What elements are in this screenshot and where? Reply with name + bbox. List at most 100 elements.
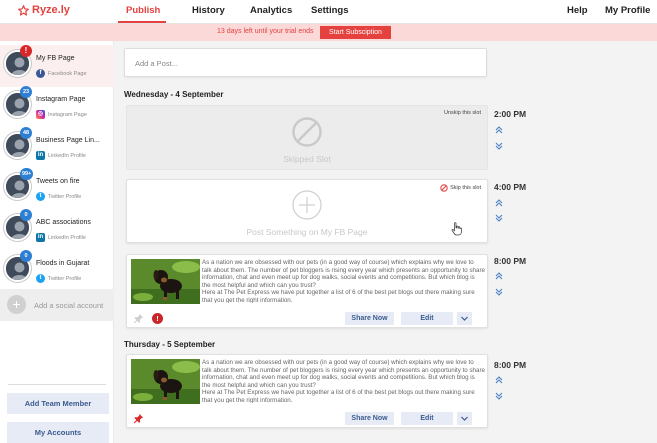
day-heading: Wednesday - 4 September bbox=[124, 90, 224, 99]
slot-time: 8:00 PM bbox=[494, 360, 527, 370]
unskip-slot-label: Unskip this slot bbox=[444, 110, 481, 116]
count-badge: 0 bbox=[20, 209, 32, 221]
add-team-member-button[interactable]: Add Team Member bbox=[7, 393, 109, 414]
day-heading: Thursday - 5 September bbox=[124, 340, 216, 349]
move-down-icon[interactable] bbox=[494, 213, 504, 223]
profile-network: f Facebook Page bbox=[36, 69, 87, 78]
sidebar-profile[interactable]: 0 Floods in Gujarat t Twitter Profile bbox=[0, 250, 114, 292]
skip-slot-label: Skip this slot bbox=[450, 185, 481, 191]
post-text-paragraph: Here at The Pet Express we have put toge… bbox=[202, 389, 475, 403]
sidebar-divider bbox=[8, 384, 106, 385]
tab-analytics[interactable]: Analytics bbox=[250, 5, 292, 16]
profile-name: Floods in Gujarat bbox=[36, 260, 90, 267]
profile-network-label: LinkedIn Profile bbox=[48, 152, 86, 159]
move-up-icon[interactable] bbox=[494, 375, 504, 385]
count-badge: 0 bbox=[20, 250, 32, 262]
profile-name: Business Page Lin... bbox=[36, 137, 100, 144]
pin-icon[interactable] bbox=[133, 313, 144, 324]
post-text-paragraph: As a nation we are obsessed with our pet… bbox=[202, 359, 485, 389]
post-image bbox=[131, 259, 200, 304]
sidebar-profile[interactable]: 48 Business Page Lin... in LinkedIn Profile bbox=[0, 127, 114, 169]
move-down-icon[interactable] bbox=[494, 391, 504, 401]
facebook-icon: f bbox=[36, 69, 45, 78]
profile-network-label: LinkedIn Profile bbox=[48, 234, 86, 241]
profile-network: t Twitter Profile bbox=[36, 192, 81, 201]
composer-placeholder: Add a Post... bbox=[135, 59, 178, 68]
plus-icon: + bbox=[7, 295, 26, 314]
active-tab-indicator bbox=[118, 21, 166, 23]
tab-settings[interactable]: Settings bbox=[311, 5, 348, 16]
help-link[interactable]: Help bbox=[567, 5, 588, 16]
post-actions: ! Share Now Edit bbox=[127, 309, 487, 327]
post-composer[interactable]: Add a Post... bbox=[124, 48, 487, 77]
share-now-button[interactable]: Share Now bbox=[345, 412, 394, 425]
alert-badge: ! bbox=[20, 45, 32, 57]
count-badge: 99+ bbox=[20, 168, 34, 180]
chevron-down-icon bbox=[461, 416, 468, 421]
app-logo[interactable]: Ryze.ly bbox=[18, 4, 70, 16]
error-icon[interactable]: ! bbox=[152, 313, 163, 324]
profile-name: Instagram Page bbox=[36, 96, 86, 103]
pinned-icon[interactable] bbox=[133, 413, 144, 424]
start-subscription-button[interactable]: Start Subsciption bbox=[320, 26, 391, 39]
instagram-icon: ◎ bbox=[36, 110, 45, 119]
profile-network: in LinkedIn Profile bbox=[36, 233, 86, 242]
skipped-slot-card: Unskip this slot Skipped Slot bbox=[126, 105, 488, 170]
linkedin-icon: in bbox=[36, 151, 45, 160]
slot-time: 4:00 PM bbox=[494, 182, 527, 192]
move-down-icon[interactable] bbox=[494, 287, 504, 297]
profile-network: ◎ Instagram Page bbox=[36, 110, 87, 119]
sidebar-profile[interactable]: ! My FB Page f Facebook Page bbox=[0, 45, 114, 87]
sidebar-profile[interactable]: 23 Instagram Page ◎ Instagram Page bbox=[0, 86, 114, 128]
profile-name: Tweets on fire bbox=[36, 178, 80, 185]
move-down-icon[interactable] bbox=[494, 141, 504, 151]
tab-history[interactable]: History bbox=[192, 5, 225, 16]
profile-network-label: Twitter Profile bbox=[48, 193, 82, 200]
my-accounts-button[interactable]: My Accounts bbox=[7, 422, 109, 443]
empty-slot-card[interactable]: Skip this slot Post Something on My FB P… bbox=[126, 179, 488, 243]
skip-slot-link[interactable]: Skip this slot bbox=[440, 184, 481, 192]
app-name: Ryze.ly bbox=[32, 4, 70, 16]
scheduled-post-card[interactable]: As a nation we are obsessed with our pet… bbox=[126, 354, 488, 428]
add-post-icon[interactable] bbox=[291, 189, 323, 221]
count-badge: 48 bbox=[20, 127, 32, 139]
unskip-slot-link[interactable]: Unskip this slot bbox=[444, 110, 481, 116]
edit-button[interactable]: Edit bbox=[401, 312, 453, 325]
profile-name: My FB Page bbox=[36, 55, 75, 62]
post-text: As a nation we are obsessed with our pet… bbox=[202, 259, 485, 303]
sidebar-profile[interactable]: 0 ABC associations in LinkedIn Profile bbox=[0, 209, 114, 251]
profile-network: in LinkedIn Profile bbox=[36, 151, 86, 160]
move-up-icon[interactable] bbox=[494, 125, 504, 135]
linkedin-icon: in bbox=[36, 233, 45, 242]
edit-button[interactable]: Edit bbox=[401, 412, 453, 425]
profile-network: t Twitter Profile bbox=[36, 274, 81, 283]
post-text-paragraph: Here at The Pet Express we have put toge… bbox=[202, 289, 475, 303]
trial-message: 13 days left until your trial ends bbox=[217, 28, 314, 35]
twitter-icon: t bbox=[36, 192, 45, 201]
no-entry-icon bbox=[440, 184, 448, 192]
add-social-account-button[interactable]: + Add a social account bbox=[0, 289, 114, 321]
skipped-slot-caption: Skipped Slot bbox=[283, 154, 331, 164]
sidebar-profile[interactable]: 99+ Tweets on fire t Twitter Profile bbox=[0, 168, 114, 210]
count-badge: 23 bbox=[20, 86, 32, 98]
share-now-button[interactable]: Share Now bbox=[345, 312, 394, 325]
sidebar: ! My FB Page f Facebook Page 23 Instagram Pag… bbox=[0, 41, 114, 443]
more-options-button[interactable] bbox=[457, 312, 472, 325]
profile-network-label: Twitter Profile bbox=[48, 275, 82, 282]
move-up-icon[interactable] bbox=[494, 271, 504, 281]
slot-time: 8:00 PM bbox=[494, 256, 527, 266]
move-up-icon[interactable] bbox=[494, 198, 504, 208]
post-text-paragraph: As a nation we are obsessed with our pet… bbox=[202, 259, 485, 289]
scheduled-post-card[interactable]: As a nation we are obsessed with our pet… bbox=[126, 254, 488, 328]
add-social-account-label: Add a social account bbox=[34, 301, 104, 310]
logo-star-icon bbox=[18, 4, 29, 16]
post-actions: Share Now Edit bbox=[127, 409, 487, 427]
my-profile-link[interactable]: My Profile bbox=[605, 5, 650, 16]
tab-publish[interactable]: Publish bbox=[126, 5, 160, 16]
skip-icon bbox=[292, 117, 322, 147]
profile-name: ABC associations bbox=[36, 219, 91, 226]
post-text: As a nation we are obsessed with our pet… bbox=[202, 359, 485, 403]
profile-network-label: Facebook Page bbox=[48, 70, 87, 77]
more-options-button[interactable] bbox=[457, 412, 472, 425]
profile-network-label: Instagram Page bbox=[48, 111, 87, 118]
